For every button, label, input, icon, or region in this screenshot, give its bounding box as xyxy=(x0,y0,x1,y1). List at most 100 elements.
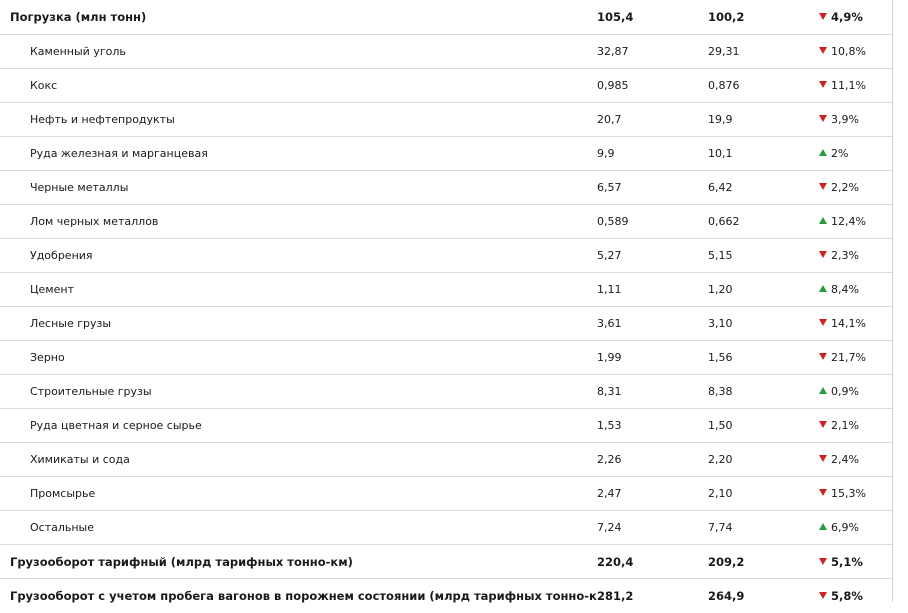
row-label: Цемент xyxy=(0,273,597,307)
change-value: 14,1% xyxy=(831,317,866,330)
change-value: 0,9% xyxy=(831,385,859,398)
change-cell: 6,9% xyxy=(819,511,892,545)
triangle-up-icon xyxy=(819,217,827,224)
triangle-down-icon xyxy=(819,558,827,565)
value-previous: 8,31 xyxy=(597,375,708,409)
row-label: Лом черных металлов xyxy=(0,205,597,239)
row-label: Остальные xyxy=(0,511,597,545)
change-cell: 2% xyxy=(819,137,892,171)
freight-table: Погрузка (млн тонн)105,4100,24,9%Каменны… xyxy=(0,0,892,613)
value-previous: 2,47 xyxy=(597,477,708,511)
change-value: 2% xyxy=(831,147,848,160)
value-current: 100,2 xyxy=(708,0,819,35)
value-current: 209,2 xyxy=(708,545,819,579)
value-previous: 1,53 xyxy=(597,409,708,443)
change-cell: 2,2% xyxy=(819,171,892,205)
triangle-down-icon xyxy=(819,183,827,190)
freight-table-body: Погрузка (млн тонн)105,4100,24,9%Каменны… xyxy=(0,0,892,613)
value-previous: 105,4 xyxy=(597,0,708,35)
freight-table-container: Погрузка (млн тонн)105,4100,24,9%Каменны… xyxy=(0,0,893,602)
triangle-down-icon xyxy=(819,319,827,326)
table-row: Лом черных металлов0,5890,662 12,4% xyxy=(0,205,892,239)
change-cell: 10,8% xyxy=(819,35,892,69)
triangle-down-icon xyxy=(819,489,827,496)
table-row: Промсырье2,472,1015,3% xyxy=(0,477,892,511)
triangle-down-icon xyxy=(819,81,827,88)
value-current: 264,9 xyxy=(708,579,819,613)
table-row: Удобрения5,275,152,3% xyxy=(0,239,892,273)
value-previous: 1,99 xyxy=(597,341,708,375)
value-current: 2,10 xyxy=(708,477,819,511)
row-label: Строительные грузы xyxy=(0,375,597,409)
change-value: 8,4% xyxy=(831,283,859,296)
value-current: 1,20 xyxy=(708,273,819,307)
value-previous: 7,24 xyxy=(597,511,708,545)
value-previous: 20,7 xyxy=(597,103,708,137)
change-cell: 2,3% xyxy=(819,239,892,273)
triangle-down-icon xyxy=(819,47,827,54)
change-cell: 12,4% xyxy=(819,205,892,239)
value-current: 8,38 xyxy=(708,375,819,409)
change-value: 2,1% xyxy=(831,419,859,432)
change-cell: 2,1% xyxy=(819,409,892,443)
value-previous: 0,589 xyxy=(597,205,708,239)
value-previous: 3,61 xyxy=(597,307,708,341)
change-value: 4,9% xyxy=(831,10,863,24)
row-label: Химикаты и сода xyxy=(0,443,597,477)
value-previous: 32,87 xyxy=(597,35,708,69)
value-current: 0,876 xyxy=(708,69,819,103)
change-cell: 15,3% xyxy=(819,477,892,511)
row-label: Лесные грузы xyxy=(0,307,597,341)
value-current: 29,31 xyxy=(708,35,819,69)
value-current: 10,1 xyxy=(708,137,819,171)
value-previous: 6,57 xyxy=(597,171,708,205)
table-row: Руда цветная и серное сырье1,531,502,1% xyxy=(0,409,892,443)
row-label: Промсырье xyxy=(0,477,597,511)
value-current: 2,20 xyxy=(708,443,819,477)
value-current: 19,9 xyxy=(708,103,819,137)
change-cell: 3,9% xyxy=(819,103,892,137)
table-row-total: Грузооборот тарифный (млрд тарифных тонн… xyxy=(0,545,892,579)
value-previous: 220,4 xyxy=(597,545,708,579)
change-cell: 4,9% xyxy=(819,0,892,35)
triangle-up-icon xyxy=(819,387,827,394)
change-cell: 21,7% xyxy=(819,341,892,375)
row-label: Каменный уголь xyxy=(0,35,597,69)
table-row: Каменный уголь32,8729,3110,8% xyxy=(0,35,892,69)
triangle-down-icon xyxy=(819,251,827,258)
table-row: Цемент1,111,20 8,4% xyxy=(0,273,892,307)
value-current: 0,662 xyxy=(708,205,819,239)
table-row: Черные металлы6,576,422,2% xyxy=(0,171,892,205)
change-value: 12,4% xyxy=(831,215,866,228)
value-previous: 2,26 xyxy=(597,443,708,477)
table-row: Строительные грузы8,318,38 0,9% xyxy=(0,375,892,409)
triangle-up-icon xyxy=(819,149,827,156)
value-previous: 9,9 xyxy=(597,137,708,171)
table-row: Нефть и нефтепродукты20,719,93,9% xyxy=(0,103,892,137)
change-value: 2,3% xyxy=(831,249,859,262)
triangle-up-icon xyxy=(819,285,827,292)
row-label: Кокс xyxy=(0,69,597,103)
triangle-down-icon xyxy=(819,115,827,122)
value-previous: 1,11 xyxy=(597,273,708,307)
value-current: 3,10 xyxy=(708,307,819,341)
table-row: Кокс0,9850,87611,1% xyxy=(0,69,892,103)
change-cell: 2,4% xyxy=(819,443,892,477)
table-row: Лесные грузы3,613,10 14,1% xyxy=(0,307,892,341)
row-label: Руда железная и марганцевая xyxy=(0,137,597,171)
triangle-down-icon xyxy=(819,421,827,428)
change-value: 2,4% xyxy=(831,453,859,466)
value-current: 5,15 xyxy=(708,239,819,273)
change-value: 11,1% xyxy=(831,79,866,92)
change-cell: 14,1% xyxy=(819,307,892,341)
value-current: 1,56 xyxy=(708,341,819,375)
change-value: 2,2% xyxy=(831,181,859,194)
change-cell: 5,8% xyxy=(819,579,892,613)
value-previous: 281,2 xyxy=(597,579,708,613)
table-row: Остальные7,247,746,9% xyxy=(0,511,892,545)
change-cell: 11,1% xyxy=(819,69,892,103)
triangle-up-icon xyxy=(819,523,827,530)
change-cell: 0,9% xyxy=(819,375,892,409)
value-previous: 5,27 xyxy=(597,239,708,273)
change-value: 5,8% xyxy=(831,589,863,603)
